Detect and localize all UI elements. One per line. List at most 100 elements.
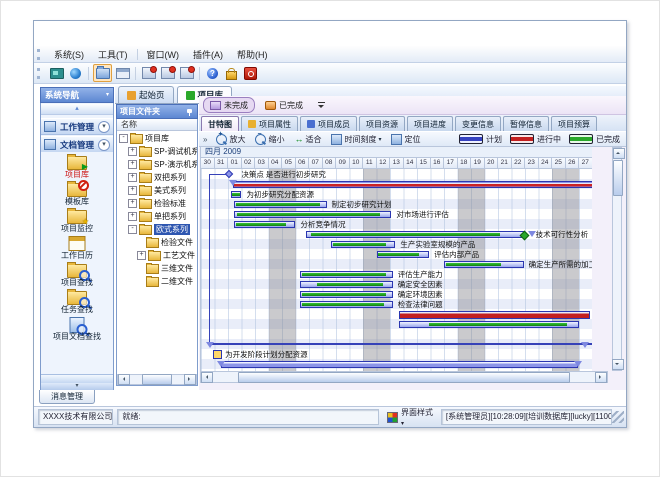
style-button[interactable]: 界面样式 ▾ [401, 407, 437, 427]
globe-icon[interactable] [67, 65, 84, 81]
scroll-left-button[interactable] [118, 374, 130, 385]
gantt-vertical-scrollbar[interactable] [612, 147, 622, 371]
scroll-up-button[interactable] [613, 148, 625, 159]
tree-expander[interactable]: + [128, 173, 137, 182]
gantt-tab-甘特图[interactable]: 甘特图 [201, 116, 239, 131]
menu-item-4[interactable]: 插件(A) [186, 46, 230, 63]
tree-expander[interactable]: + [128, 199, 137, 208]
menu-item-2[interactable]: 工具(T) [91, 46, 135, 63]
filter-已完成[interactable]: 已完成 [259, 98, 309, 112]
gantt-bar-评估生产能力[interactable] [300, 271, 393, 278]
sidebar-collapse-strip[interactable]: ▴ [41, 104, 113, 115]
sidebar-item-项目监控[interactable]: ★项目监控 [41, 208, 113, 235]
menu-item-5[interactable]: 帮助(H) [230, 46, 275, 63]
tree-expander[interactable]: + [128, 186, 137, 195]
gantt-tab-变更信息[interactable]: 变更信息 [455, 116, 501, 131]
zoom-in-button[interactable]: 放大 [212, 133, 249, 146]
tree-expander[interactable]: - [119, 134, 128, 143]
tree-expander[interactable]: + [128, 160, 137, 169]
locate-button[interactable]: 定位 [387, 133, 424, 146]
lock-icon[interactable] [223, 65, 240, 81]
sidebar-item-工作日历[interactable]: 工作日历 [41, 235, 113, 262]
tree-expander[interactable]: - [128, 225, 137, 234]
report-icon[interactable] [159, 65, 176, 81]
sidebar-item-项目文档查找[interactable]: 项目文档查找 [41, 316, 113, 343]
gantt-bar-分析竞争情况[interactable] [234, 221, 295, 228]
toolbar-overflow-chevron[interactable]: » [199, 135, 211, 144]
tree-item-工艺文件[interactable]: +工艺文件 [137, 249, 195, 262]
layout-icon[interactable] [114, 65, 131, 81]
sidebar-bottom-section[interactable] [41, 374, 113, 383]
scroll-down-button[interactable] [612, 359, 624, 370]
tree-item-单把系列[interactable]: +单把系列 [128, 210, 186, 223]
gantt-bar-检查法律问题[interactable] [300, 301, 393, 308]
gantt-bar-生产实验室规模的产品[interactable] [331, 241, 396, 248]
gantt-bar-确定安全因素[interactable] [300, 281, 393, 288]
zoom-out-button[interactable]: 缩小 [251, 133, 288, 146]
resize-grip[interactable] [612, 411, 624, 423]
gantt-bar-span_bar[interactable] [221, 361, 577, 368]
gantt-tab-暂停信息[interactable]: 暂停信息 [503, 116, 549, 131]
scroll-right-button[interactable] [595, 372, 607, 383]
gantt-bar-bar_red[interactable] [399, 311, 589, 319]
tree-item-SP-调试机系[interactable]: +SP-调试机系 [128, 145, 197, 158]
menubar-drag-handle[interactable] [37, 49, 43, 60]
gantt-tab-项目预算[interactable]: 项目预算 [551, 116, 597, 131]
menu-item-1[interactable]: 系统(S) [47, 46, 91, 63]
summary-group-icon[interactable] [213, 350, 222, 359]
sidebar-item-项目查找[interactable]: 项目查找 [41, 262, 113, 289]
gantt-bar-task[interactable] [399, 321, 579, 328]
scroll-thumb[interactable] [142, 374, 172, 385]
tree-item-欧式系列[interactable]: -欧式系列 [128, 223, 190, 236]
section-chevron-icon[interactable]: ▾ [98, 139, 110, 151]
section-chevron-icon[interactable]: ▾ [98, 121, 110, 133]
scroll-thumb[interactable] [238, 372, 570, 383]
gantt-milestone[interactable] [225, 170, 233, 178]
folder-view-icon[interactable] [93, 64, 112, 82]
help-icon[interactable]: ? [204, 65, 221, 81]
pin-icon[interactable] [186, 108, 194, 116]
tree-expander[interactable]: + [128, 212, 137, 221]
tree-item-检验标准[interactable]: +检验标准 [128, 197, 186, 210]
gantt-bar-确定生产所需的加工[interactable] [444, 261, 524, 268]
timescale-button[interactable]: 时间刻度▾ [327, 133, 385, 146]
gantt-tab-项目资源[interactable]: 项目资源 [359, 116, 405, 131]
gantt-bar-sum_red[interactable] [233, 181, 592, 188]
menu-item-3[interactable]: 窗口(W) [140, 46, 187, 63]
tree-item-双把系列[interactable]: +双把系列 [128, 171, 186, 184]
gantt-tab-项目进度[interactable]: 项目进度 [407, 116, 453, 131]
gantt-bar-对市场进行评估[interactable] [234, 211, 391, 218]
gantt-bar-确定环境因素[interactable] [300, 291, 393, 298]
gantt-summary-line[interactable] [209, 343, 592, 345]
sidebar-item-模板库[interactable]: 模板库 [41, 181, 113, 208]
gantt-tab-项目成员[interactable]: 项目成员 [300, 116, 357, 131]
workspace-icon[interactable] [48, 65, 65, 81]
sidebar-item-项目库[interactable]: ▶项目库 [41, 154, 113, 181]
power-icon[interactable] [242, 65, 259, 81]
tree-item-二维文件[interactable]: 二维文件 [137, 275, 193, 288]
gantt-bar-技术可行性分析[interactable] [306, 231, 523, 238]
sidebar-header-button[interactable]: ▾ [106, 87, 109, 103]
scroll-left-button[interactable] [201, 372, 213, 383]
tree-item-美式系列[interactable]: +美式系列 [128, 184, 186, 197]
scroll-thumb[interactable] [613, 160, 623, 196]
fit-button[interactable]: ↔适合 [290, 133, 325, 146]
sidebar-bottom-chevron[interactable]: ▾ [41, 383, 113, 390]
gantt-bar-制定初步研究计划[interactable] [234, 201, 326, 208]
message-panel-tab[interactable]: 消息管理 [39, 390, 95, 404]
tree-item-SP-演示机系[interactable]: +SP-演示机系 [128, 158, 197, 171]
tree-expander[interactable]: + [137, 251, 146, 260]
tree-horizontal-scrollbar[interactable] [117, 374, 197, 385]
more-filters-icon[interactable] [317, 101, 326, 110]
tree-item-检验文件[interactable]: 检验文件 [137, 236, 193, 249]
tree-item-项目库[interactable]: -项目库 [119, 132, 169, 145]
chart-icon[interactable] [178, 65, 195, 81]
gantt-chart-canvas[interactable]: 决策点 是否进行初步研究为初步研究分配资源制定初步研究计划对市场进行评估分析竞争… [200, 169, 592, 371]
gantt-horizontal-scrollbar[interactable] [200, 371, 608, 383]
gantt-bar-评估内部产品[interactable] [377, 251, 430, 258]
mail-icon[interactable] [140, 65, 157, 81]
toolbar-drag-handle[interactable] [37, 68, 43, 79]
sidebar-item-任务查找[interactable]: 任务查找 [41, 289, 113, 316]
tree-expander[interactable]: + [128, 147, 137, 156]
sidebar-section-1[interactable]: 工作管理▾ [41, 118, 113, 135]
